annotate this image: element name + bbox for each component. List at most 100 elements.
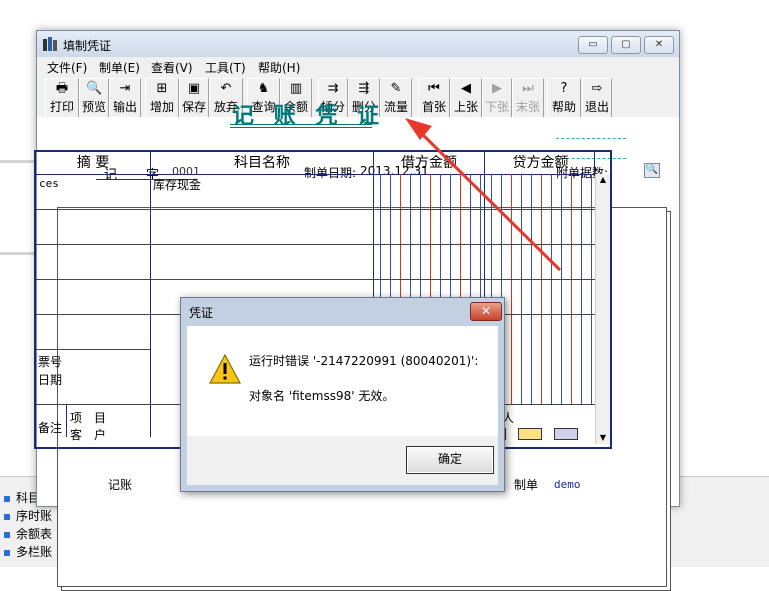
ticket-date-label: 日期 xyxy=(38,373,63,387)
dialog-body: 运行时错误 '-2147220991 (80040201)': 对象名 'fit… xyxy=(187,326,498,436)
menu-tools[interactable]: 工具(T) xyxy=(205,59,246,76)
last-record-icon: ⏭ xyxy=(522,81,534,96)
menu-voucher[interactable]: 制单(E) xyxy=(99,59,140,76)
menu-view[interactable]: 查看(V) xyxy=(151,59,193,76)
toolbar-button-last-record[interactable]: ⏭ 末张 xyxy=(512,78,544,118)
background-divider xyxy=(0,160,36,163)
card-icon[interactable] xyxy=(518,428,542,440)
warning-icon xyxy=(208,353,242,384)
error-message-line1: 运行时错误 '-2147220991 (80040201)': xyxy=(249,354,479,368)
window-title: 填制凭证 xyxy=(63,39,112,53)
tree-item-subjects[interactable]: 科目 xyxy=(4,489,40,506)
next-record-icon: ▶ xyxy=(492,81,502,96)
error-message-line2: 对象名 'fitemss98' 无效。 xyxy=(249,389,395,403)
column-account: 科目名称 xyxy=(151,152,373,175)
customer-label-2: 户 xyxy=(94,428,107,442)
card-icon[interactable] xyxy=(554,428,578,440)
row-divider xyxy=(36,244,596,245)
column-summary: 摘 要 xyxy=(36,152,150,175)
row-divider xyxy=(36,209,596,210)
app-icon xyxy=(42,36,58,52)
grid-divider xyxy=(594,152,595,174)
error-dialog: 凭证 ✕ 运行时错误 '-2147220991 (80040201)': 对象名… xyxy=(180,297,505,492)
add-icon: ⊞ xyxy=(156,81,168,96)
preview-icon: 🔍 xyxy=(86,81,103,96)
cash-flow-icon: ✎ xyxy=(390,81,402,96)
toolbar-button-label: 上张 xyxy=(453,100,478,114)
bookkeeper-label: 记账 xyxy=(108,478,133,492)
ticket-number-label: 票号 xyxy=(38,355,63,369)
tree-bullet-icon xyxy=(4,531,10,538)
menu-help[interactable]: 帮助(H) xyxy=(258,59,300,76)
toolbar-button-add[interactable]: ⊞ 增加 xyxy=(145,78,179,118)
toolbar-button-label: 输出 xyxy=(112,100,137,114)
title-bar[interactable]: 填制凭证 ▭ ▢ ✕ xyxy=(37,31,679,57)
toolbar-button-printer[interactable]: 🖶 打印 xyxy=(45,78,79,118)
title-underline xyxy=(230,124,372,128)
toolbar-button-first-record[interactable]: ⏮ 首张 xyxy=(418,78,450,118)
toolbar-button-label: 打印 xyxy=(49,100,74,114)
undo-icon: ↶ xyxy=(220,81,232,96)
toolbar-button-label: 末张 xyxy=(515,100,540,114)
toolbar-button-label: 帮助 xyxy=(551,100,576,114)
tree-bullet-icon xyxy=(4,549,10,556)
remarks-label: 备注 xyxy=(38,421,63,435)
decorative-dash xyxy=(556,138,626,139)
toolbar-button-preview[interactable]: 🔍 预览 xyxy=(79,78,109,118)
preparer-name: demo xyxy=(554,478,581,491)
toolbar-button-label: 首张 xyxy=(421,100,446,114)
menu-bar: 文件(F) 制单(E) 查看(V) 工具(T) 帮助(H) xyxy=(37,57,679,75)
balance-chart-icon: ▥ xyxy=(289,81,303,96)
ok-button[interactable]: 确定 xyxy=(406,446,494,474)
first-record-icon: ⏮ xyxy=(428,81,440,96)
minimize-button[interactable]: ▭ xyxy=(578,36,608,54)
printer-icon: 🖶 xyxy=(55,81,69,96)
grid-divider xyxy=(66,405,67,437)
tree-item-balance[interactable]: 余额表 xyxy=(4,525,52,542)
toolbar-button-next-record[interactable]: ▶ 下张 xyxy=(482,78,512,118)
toolbar-button-label: 流量 xyxy=(383,100,408,114)
grid-divider xyxy=(150,152,151,437)
toolbar-button-label: 下张 xyxy=(484,100,509,114)
delete-entry-icon: ⇶ xyxy=(358,81,370,96)
vertical-scrollbar[interactable]: ▲ ▼ xyxy=(595,174,610,444)
dialog-title: 凭证 xyxy=(189,306,214,320)
column-debit: 借方金额 xyxy=(374,152,484,175)
toolbar-button-help[interactable]: ? 帮助 xyxy=(547,78,581,118)
row-divider xyxy=(36,279,596,280)
row-summary[interactable]: ces xyxy=(39,177,59,190)
toolbar-button-label: 增加 xyxy=(149,100,174,114)
customer-label: 客 xyxy=(70,428,83,442)
maximize-button[interactable]: ▢ xyxy=(611,36,641,54)
project-label-2: 目 xyxy=(94,411,107,425)
previous-record-icon: ◀ xyxy=(461,81,471,96)
column-credit: 贷方金额 xyxy=(485,152,596,175)
save-icon: ▣ xyxy=(187,81,201,96)
insert-entry-icon: ⇉ xyxy=(327,81,339,96)
toolbar-button-label: 退出 xyxy=(584,100,609,114)
tree-bullet-icon xyxy=(4,513,10,520)
dialog-close-button[interactable]: ✕ xyxy=(470,302,502,321)
tree-item-journal[interactable]: 序时账 xyxy=(4,507,52,524)
export-icon: ⇥ xyxy=(119,81,131,96)
scroll-up-icon[interactable]: ▲ xyxy=(596,174,610,186)
background-divider xyxy=(0,252,36,255)
close-button[interactable]: ✕ xyxy=(644,36,674,54)
preparer-label: 制单 xyxy=(514,478,539,492)
toolbar-button-previous-record[interactable]: ◀ 上张 xyxy=(450,78,482,118)
toolbar-button-label: 预览 xyxy=(81,100,106,114)
toolbar-button-export[interactable]: ⇥ 输出 xyxy=(109,78,141,118)
menu-file[interactable]: 文件(F) xyxy=(47,59,87,76)
tree-item-multicolumn[interactable]: 多栏账 xyxy=(4,543,52,560)
toolbar-button-save[interactable]: ▣ 保存 xyxy=(179,78,209,118)
project-label: 项 xyxy=(70,411,83,425)
help-icon: ? xyxy=(560,81,568,96)
toolbar-button-label: 保存 xyxy=(181,100,206,114)
binoculars-icon: ♞ xyxy=(257,81,270,96)
exit-icon: ⇨ xyxy=(591,81,603,96)
toolbar-button-exit[interactable]: ⇨ 退出 xyxy=(582,78,612,118)
scroll-down-icon[interactable]: ▼ xyxy=(596,432,610,444)
row-divider xyxy=(36,349,150,350)
row-account[interactable]: 库存现金 xyxy=(153,176,201,193)
attachments-search-icon[interactable]: 🔍 xyxy=(644,163,660,178)
